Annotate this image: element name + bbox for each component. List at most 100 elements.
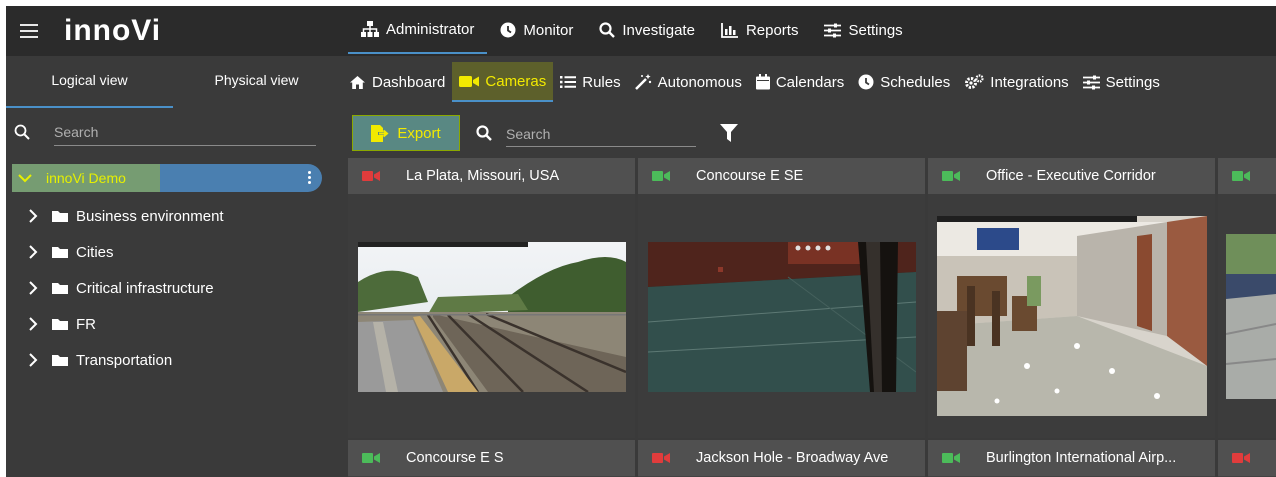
sidebar: Logical view Physical view innoVi Demo B… bbox=[6, 56, 340, 477]
sliders-icon bbox=[824, 23, 842, 37]
camera-tile[interactable] bbox=[1218, 440, 1276, 477]
top-nav: innoVi Administrator Monitor Investigate… bbox=[6, 6, 1276, 56]
chevron-right-icon[interactable] bbox=[26, 209, 40, 223]
tab-autonomous[interactable]: Autonomous bbox=[628, 62, 749, 102]
top-nav-settings[interactable]: Settings bbox=[811, 6, 915, 54]
search-icon bbox=[599, 22, 616, 38]
chevron-right-icon[interactable] bbox=[26, 317, 40, 331]
camera-tile-body bbox=[928, 194, 1215, 438]
camera-tile[interactable]: La Plata, Missouri, USA bbox=[348, 158, 635, 438]
tab-logical-view[interactable]: Logical view bbox=[6, 56, 173, 108]
camera-tile[interactable]: Burlington International Airp... bbox=[928, 440, 1215, 477]
tab-dashboard[interactable]: Dashboard bbox=[342, 62, 452, 102]
camera-name: La Plata, Missouri, USA bbox=[406, 168, 560, 184]
camera-tile-header: Burlington International Airp... bbox=[928, 440, 1215, 476]
tree-list: Business environment Cities Critical inf… bbox=[26, 198, 224, 378]
folder-icon bbox=[52, 247, 68, 258]
search-icon bbox=[476, 125, 492, 141]
app-window: innoVi Administrator Monitor Investigate… bbox=[6, 6, 1276, 477]
chevron-right-icon[interactable] bbox=[26, 281, 40, 295]
calendar-icon bbox=[755, 74, 770, 90]
cameras-toolbar: Export bbox=[342, 111, 1276, 151]
camera-name: Concourse E SE bbox=[696, 168, 804, 184]
top-nav-administrator[interactable]: Administrator bbox=[348, 6, 488, 54]
tab-schedules[interactable]: Schedules bbox=[851, 62, 957, 102]
sidebar-search-input[interactable] bbox=[54, 118, 316, 146]
top-nav-monitor[interactable]: Monitor bbox=[487, 6, 586, 54]
camera-tile[interactable]: Concourse E SE bbox=[638, 158, 925, 438]
video-camera-icon bbox=[652, 453, 670, 463]
cogs-icon bbox=[965, 74, 984, 89]
video-camera-icon bbox=[1232, 453, 1250, 463]
sidebar-tabs: Logical view Physical view bbox=[6, 56, 340, 108]
camera-snapshot-corridor bbox=[937, 216, 1207, 416]
tree-item-cities[interactable]: Cities bbox=[26, 234, 224, 270]
camera-snapshot-street bbox=[1226, 234, 1276, 399]
list-icon bbox=[560, 76, 577, 88]
chevron-right-icon[interactable] bbox=[26, 353, 40, 367]
top-nav-label: Administrator bbox=[386, 20, 475, 38]
camera-tile[interactable] bbox=[1218, 158, 1276, 438]
tab-cameras[interactable]: Cameras bbox=[452, 62, 554, 102]
magic-wand-icon bbox=[634, 74, 651, 90]
tree-item-label: FR bbox=[76, 315, 96, 333]
tab-rules[interactable]: Rules bbox=[553, 62, 627, 102]
export-button[interactable]: Export bbox=[352, 115, 460, 151]
tree-root-innovi-demo[interactable]: innoVi Demo bbox=[12, 164, 322, 192]
tab-calendars[interactable]: Calendars bbox=[749, 62, 851, 102]
hamburger-menu-icon[interactable] bbox=[20, 20, 38, 40]
camera-tile-header: Office - Executive Corridor bbox=[928, 158, 1215, 194]
camera-tile[interactable]: Concourse E S bbox=[348, 440, 635, 477]
search-icon bbox=[14, 124, 30, 140]
chevron-right-icon[interactable] bbox=[26, 245, 40, 259]
camera-tile-header: Concourse E S bbox=[348, 440, 635, 476]
tab-label: Calendars bbox=[775, 73, 845, 91]
top-nav-investigate[interactable]: Investigate bbox=[586, 6, 708, 54]
tree-item-label: Critical infrastructure bbox=[76, 279, 214, 297]
top-nav-label: Settings bbox=[848, 21, 903, 39]
sitemap-icon bbox=[361, 21, 379, 37]
tree-item-label: Business environment bbox=[76, 207, 224, 225]
top-nav-items: Administrator Monitor Investigate Report… bbox=[348, 6, 916, 56]
tab-label: Dashboard bbox=[372, 73, 446, 91]
tree-item-label: Cities bbox=[76, 243, 114, 261]
sliders-icon bbox=[1082, 75, 1100, 89]
kebab-menu-icon[interactable] bbox=[308, 171, 312, 186]
tab-physical-view[interactable]: Physical view bbox=[173, 56, 340, 108]
video-camera-icon bbox=[362, 171, 380, 181]
top-nav-label: Investigate bbox=[622, 21, 695, 39]
camera-name: Office - Executive Corridor bbox=[986, 168, 1156, 184]
main-panel: Dashboard Cameras Rules Autonomous Calen… bbox=[342, 56, 1276, 477]
filter-icon[interactable] bbox=[720, 124, 738, 142]
app-logo: innoVi bbox=[64, 14, 162, 47]
file-export-icon bbox=[371, 124, 389, 142]
tree-item-label: Transportation bbox=[76, 351, 173, 369]
bar-chart-icon bbox=[721, 23, 738, 38]
chevron-down-icon[interactable] bbox=[18, 173, 32, 183]
camera-tile-body bbox=[348, 194, 635, 438]
camera-tile-body bbox=[638, 194, 925, 438]
tab-label: Autonomous bbox=[657, 73, 742, 91]
clock-icon bbox=[500, 22, 516, 38]
folder-icon bbox=[52, 211, 68, 222]
tree-item-fr[interactable]: FR bbox=[26, 306, 224, 342]
camera-name: Concourse E S bbox=[406, 450, 504, 466]
camera-tile[interactable]: Jackson Hole - Broadway Ave bbox=[638, 440, 925, 477]
sub-nav: Dashboard Cameras Rules Autonomous Calen… bbox=[342, 56, 1167, 108]
sidebar-search bbox=[6, 112, 340, 152]
tab-label: Schedules bbox=[880, 73, 951, 91]
camera-search-input[interactable] bbox=[506, 121, 696, 147]
tree-item-critical-infrastructure[interactable]: Critical infrastructure bbox=[26, 270, 224, 306]
video-camera-icon bbox=[362, 453, 380, 463]
tab-label: Rules bbox=[582, 73, 621, 91]
tree-item-business-environment[interactable]: Business environment bbox=[26, 198, 224, 234]
top-nav-reports[interactable]: Reports bbox=[708, 6, 812, 54]
tree-item-transportation[interactable]: Transportation bbox=[26, 342, 224, 378]
camera-tile-header bbox=[1218, 158, 1276, 194]
video-camera-icon bbox=[652, 171, 670, 181]
tab-settings[interactable]: Settings bbox=[1076, 62, 1167, 102]
camera-tile[interactable]: Office - Executive Corridor bbox=[928, 158, 1215, 438]
camera-snapshot-concourse bbox=[648, 242, 916, 392]
tab-integrations[interactable]: Integrations bbox=[957, 62, 1075, 102]
tree-root-label: innoVi Demo bbox=[46, 170, 126, 186]
